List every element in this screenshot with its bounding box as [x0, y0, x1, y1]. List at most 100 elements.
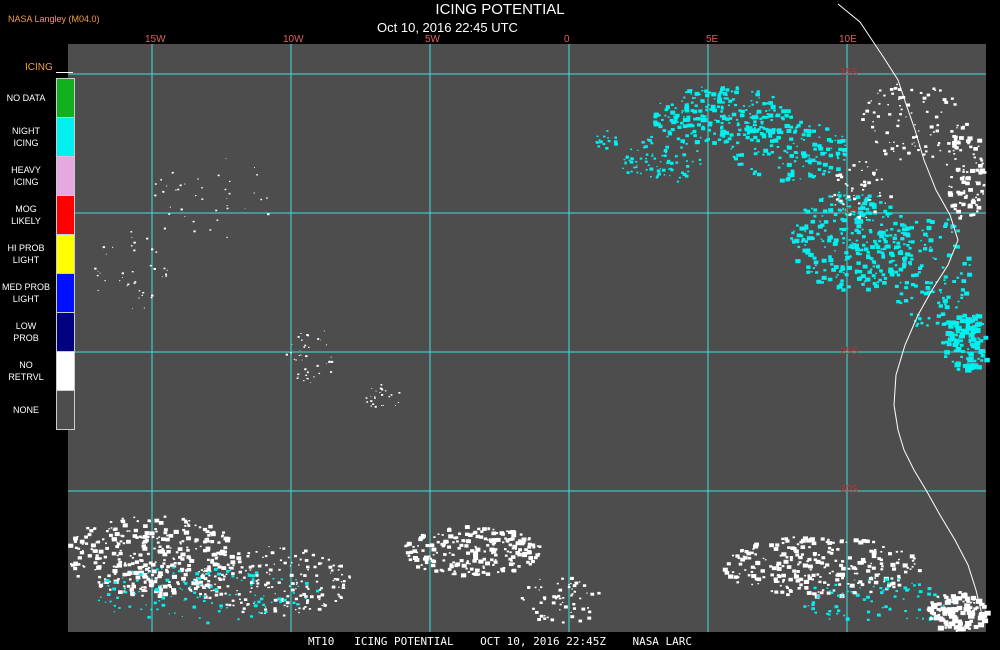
cloud-pixel — [521, 553, 527, 558]
cloud-pixel — [669, 161, 674, 165]
cloud-pixel — [118, 590, 123, 594]
cloud-pixel — [194, 540, 197, 543]
cloud-pixel — [670, 128, 675, 132]
cloud-pixel — [978, 164, 983, 168]
cloud-pixel — [208, 587, 211, 589]
cloud-pixel — [860, 557, 866, 562]
cloud-pixel — [897, 583, 902, 587]
cloud-pixel — [966, 171, 969, 173]
cloud-pixel — [163, 531, 168, 535]
cloud-pixel — [642, 146, 646, 149]
cloud-pixel — [330, 360, 334, 363]
cloud-pixel — [228, 594, 231, 596]
cloud-pixel — [850, 232, 854, 235]
cloud-pixel — [338, 595, 341, 598]
cloud-pixel — [853, 538, 859, 543]
cloud-pixel — [751, 117, 755, 120]
cloud-pixel — [131, 582, 135, 585]
cloud-pixel — [861, 243, 866, 247]
cloud-pixel — [875, 178, 879, 181]
cloud-pixel — [827, 613, 831, 616]
cloud-pixel — [820, 163, 822, 165]
cloud-pixel — [218, 578, 222, 581]
cloud-pixel — [870, 562, 872, 565]
cloud-pixel — [800, 137, 803, 140]
legend-swatch — [56, 117, 75, 157]
cloud-pixel — [212, 589, 215, 592]
cloud-pixel — [179, 543, 182, 545]
cloud-pixel — [119, 549, 122, 552]
cloud-pixel — [788, 577, 793, 582]
cloud-pixel — [186, 555, 191, 559]
cloud-pixel — [967, 272, 973, 277]
cloud-pixel — [922, 617, 924, 620]
cloud-pixel — [118, 560, 123, 564]
cloud-pixel — [796, 145, 798, 148]
cloud-pixel — [807, 172, 811, 175]
cloud-pixel — [237, 618, 240, 621]
cloud-pixel — [292, 592, 295, 594]
cloud-pixel — [770, 151, 774, 154]
cloud-pixel — [753, 152, 758, 156]
cloud-pixel — [253, 582, 255, 584]
cloud-pixel — [910, 296, 914, 300]
cloud-pixel — [896, 273, 901, 277]
cloud-pixel — [208, 571, 211, 573]
cloud-pixel — [127, 563, 132, 567]
cloud-pixel — [205, 530, 210, 534]
cloud-pixel — [96, 540, 101, 544]
cloud-pixel — [955, 167, 961, 172]
cloud-pixel — [379, 392, 381, 393]
cloud-pixel — [846, 265, 852, 270]
cloud-pixel — [304, 368, 307, 371]
cloud-pixel — [906, 244, 910, 247]
cloud-pixel — [973, 327, 976, 329]
cloud-pixel — [827, 538, 830, 541]
cloud-pixel — [937, 625, 944, 631]
cloud-pixel — [738, 573, 741, 575]
cloud-pixel — [622, 167, 624, 169]
cloud-pixel — [145, 604, 147, 606]
cloud-pixel — [891, 581, 896, 585]
cloud-pixel — [925, 286, 931, 290]
cloud-pixel — [965, 621, 972, 627]
cloud-pixel — [886, 586, 890, 590]
cloud-pixel — [830, 234, 833, 237]
cloud-pixel — [186, 546, 189, 549]
cloud-pixel — [716, 105, 721, 109]
cloud-pixel — [332, 564, 335, 567]
cloud-pixel — [797, 123, 800, 126]
cloud-pixel — [280, 578, 283, 581]
cloud-pixel — [114, 532, 120, 537]
cloud-pixel — [890, 577, 894, 580]
cloud-pixel — [968, 627, 971, 630]
cloud-pixel — [885, 234, 889, 237]
cloud-pixel — [913, 563, 916, 565]
cloud-pixel — [220, 607, 222, 609]
cloud-pixel — [793, 129, 798, 133]
cloud-pixel — [299, 350, 301, 351]
cloud-pixel — [871, 566, 876, 570]
cloud-pixel — [937, 144, 940, 147]
cloud-pixel — [962, 191, 966, 195]
cloud-pixel — [231, 599, 235, 602]
cloud-pixel — [834, 250, 836, 252]
cloud-pixel — [762, 128, 765, 130]
cloud-pixel — [968, 188, 973, 192]
cloud-pixel — [294, 597, 298, 601]
cloud-pixel — [184, 582, 188, 585]
cloud-pixel — [133, 282, 136, 285]
cloud-pixel — [876, 115, 880, 118]
cloud-pixel — [854, 567, 858, 571]
cloud-pixel — [930, 601, 934, 604]
cloud-pixel — [163, 528, 168, 532]
cloud-pixel — [305, 585, 309, 588]
cloud-pixel — [179, 587, 182, 589]
cloud-pixel — [193, 230, 196, 233]
cloud-pixel — [166, 534, 169, 537]
cloud-pixel — [665, 145, 669, 149]
cloud-pixel — [932, 131, 935, 133]
cloud-pixel — [698, 158, 702, 161]
cloud-pixel — [232, 564, 235, 567]
cloud-pixel — [761, 115, 766, 119]
